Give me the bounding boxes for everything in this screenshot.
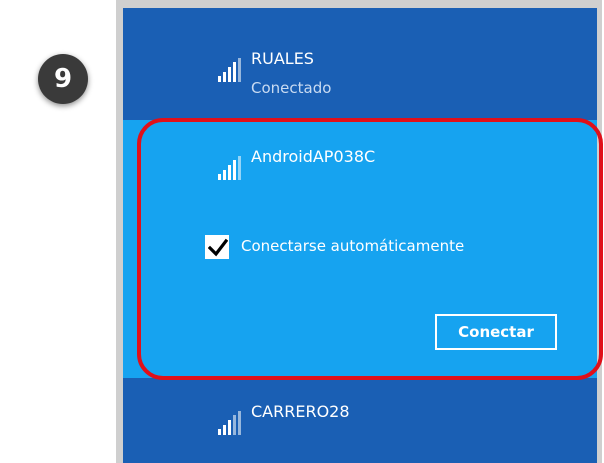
step-number-badge: 9	[38, 54, 88, 104]
auto-connect-label: Conectarse automáticamente	[241, 237, 465, 255]
network-name: RUALES	[251, 49, 314, 68]
connect-button-label: Conectar	[458, 323, 534, 341]
network-name: CARRERO28	[251, 402, 350, 421]
wifi-signal-icon	[218, 156, 244, 180]
wifi-network-list: RUALES Conectado AndroidAP038C Conectars…	[123, 8, 597, 463]
network-item-androidap038c[interactable]: AndroidAP038C Conectarse automáticamente…	[123, 120, 597, 378]
checkmark-icon	[208, 238, 228, 257]
wifi-signal-icon	[218, 58, 244, 82]
wifi-signal-icon	[218, 411, 244, 435]
network-item-ruales[interactable]: RUALES Conectado	[123, 8, 597, 120]
network-name: AndroidAP038C	[251, 147, 376, 166]
auto-connect-checkbox[interactable]	[205, 235, 229, 259]
network-status: Conectado	[251, 79, 332, 97]
network-item-carrero28[interactable]: CARRERO28	[123, 378, 597, 463]
step-number: 9	[53, 64, 73, 94]
connect-button[interactable]: Conectar	[435, 314, 557, 350]
